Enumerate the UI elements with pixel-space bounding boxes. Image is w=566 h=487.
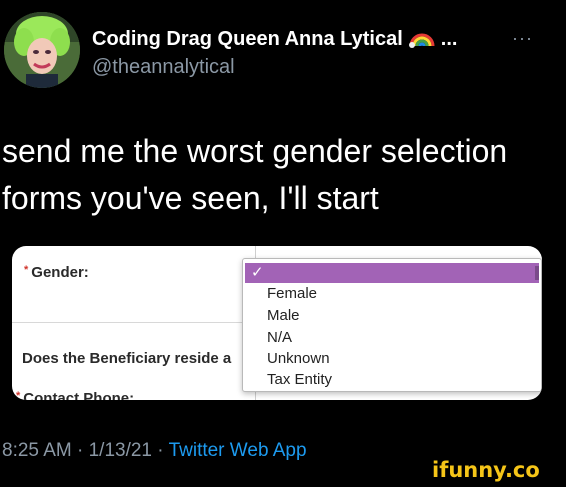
dropdown-option-unknown[interactable]: Unknown xyxy=(267,350,330,367)
rainbow-emoji-icon xyxy=(408,26,435,53)
tweet-date[interactable]: 1/13/21 xyxy=(89,440,152,461)
gender-dropdown-list[interactable]: ✓ Female Male N/A Unknown Tax Entity xyxy=(242,258,542,392)
more-icon[interactable]: ··· xyxy=(512,28,533,49)
meta-separator: · xyxy=(77,440,84,461)
tweet-line: send me the worst gender selection xyxy=(2,133,508,169)
dropdown-option-tax-entity[interactable]: Tax Entity xyxy=(267,371,332,388)
tweet-source-link[interactable]: Twitter Web App xyxy=(169,440,307,461)
avatar[interactable] xyxy=(4,12,80,88)
dropdown-option-na[interactable]: N/A xyxy=(267,329,292,346)
display-name[interactable]: Coding Drag Queen Anna Lytical xyxy=(92,28,403,51)
avatar-image xyxy=(4,12,80,88)
dropdown-option-selected[interactable]: ✓ xyxy=(245,263,539,283)
dropdown-option-female[interactable]: Female xyxy=(267,285,317,302)
gender-field-label: * Gender: xyxy=(24,264,89,281)
beneficiary-field-label: Does the Beneficiary reside a xyxy=(22,350,232,367)
svg-text:ifunny.co: ifunny.co xyxy=(432,458,540,482)
required-mark: * xyxy=(24,264,29,276)
meta-separator: · xyxy=(157,440,164,461)
ifunny-watermark-logo: ifunny.co xyxy=(430,456,564,482)
user-name-row[interactable]: Coding Drag Queen Anna Lytical ... xyxy=(92,26,457,52)
tweet-media-image[interactable]: * Gender: Does the Beneficiary reside a *… xyxy=(12,246,542,400)
user-handle[interactable]: @theannalytical xyxy=(92,56,235,79)
tweet-time[interactable]: 8:25 AM xyxy=(2,440,72,461)
form-divider xyxy=(12,322,255,323)
name-truncation: ... xyxy=(440,27,458,50)
dropdown-edge xyxy=(535,266,539,280)
tweet-meta: 8:25 AM · 1/13/21 · Twitter Web App xyxy=(2,440,307,462)
tweet-text: send me the worst gender selection forms… xyxy=(2,128,542,222)
tweet-line: forms you've seen, I'll start xyxy=(2,180,379,216)
check-icon: ✓ xyxy=(251,264,264,281)
required-mark: * xyxy=(16,390,21,400)
contact-phone-field-label: * Contact Phone: xyxy=(16,390,135,400)
dropdown-option-male[interactable]: Male xyxy=(267,307,300,324)
